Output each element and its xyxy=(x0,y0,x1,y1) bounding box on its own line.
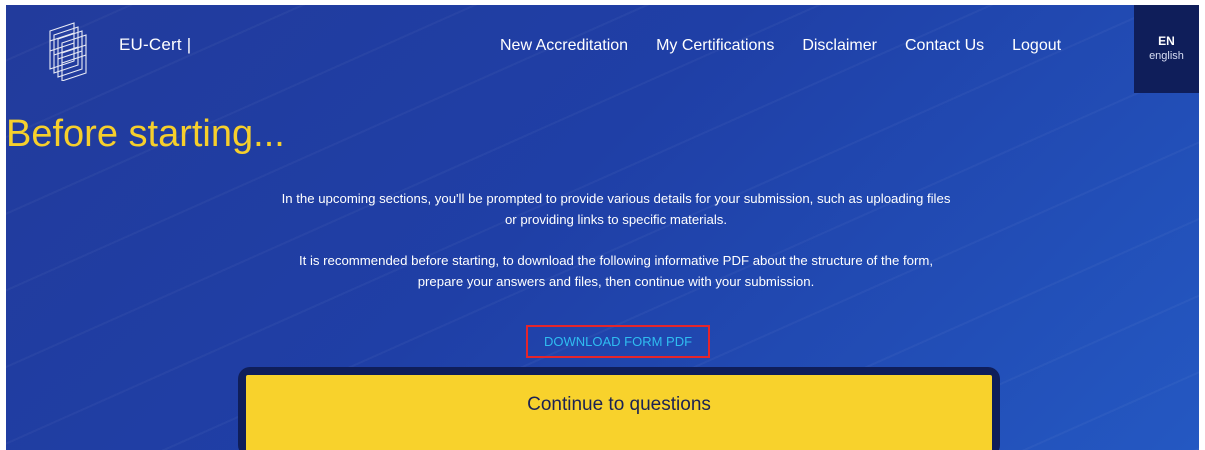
nav-my-certifications[interactable]: My Certifications xyxy=(656,37,774,55)
intro-1-line-2: or providing links to specific materials… xyxy=(504,212,728,227)
nav-logout[interactable]: Logout xyxy=(1012,37,1061,55)
main-nav: New Accreditation My Certifications Disc… xyxy=(500,37,1089,55)
nav-disclaimer[interactable]: Disclaimer xyxy=(802,37,877,55)
eu-cert-logo-icon[interactable] xyxy=(44,21,92,81)
intro-paragraph-uploads: In the upcoming sections, you'll be prom… xyxy=(236,188,996,230)
intro-1-line-1: In the upcoming sections, you'll be prom… xyxy=(281,191,951,206)
nav-new-accreditation[interactable]: New Accreditation xyxy=(500,37,628,55)
intro-2-line-2: prepare your answers and files, then con… xyxy=(417,274,815,289)
language-code: EN xyxy=(1158,34,1175,48)
app-frame: EU-Cert | New Accreditation My Certifica… xyxy=(6,5,1199,450)
language-selector[interactable]: EN english xyxy=(1134,5,1199,93)
page-title: Before starting... xyxy=(6,113,285,155)
download-form-pdf-link[interactable]: DOWNLOAD FORM PDF xyxy=(526,325,710,358)
intro-2-line-1: It is recommended before starting, to do… xyxy=(298,253,934,268)
nav-contact-us[interactable]: Contact Us xyxy=(905,37,984,55)
language-name: english xyxy=(1149,50,1184,62)
continue-button-frame: Continue to questions xyxy=(238,367,1000,450)
intro-paragraph-recommendation: It is recommended before starting, to do… xyxy=(236,250,996,292)
continue-to-questions-button[interactable]: Continue to questions xyxy=(246,375,992,450)
brand-name[interactable]: EU-Cert | xyxy=(119,35,191,55)
